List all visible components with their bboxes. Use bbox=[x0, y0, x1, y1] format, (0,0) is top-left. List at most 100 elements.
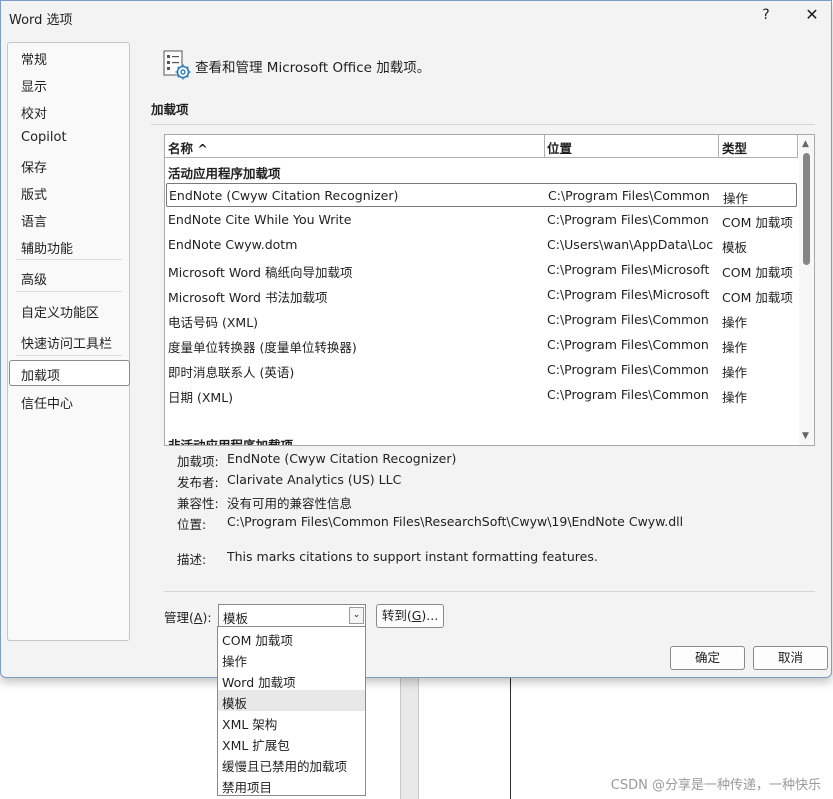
cancel-button[interactable]: 取消 bbox=[753, 646, 828, 670]
scroll-up-arrow-icon[interactable]: ▲ bbox=[802, 139, 809, 149]
cell-name: EndNote (Cwyw Citation Recognizer) bbox=[169, 188, 399, 203]
dropdown-option[interactable]: 缓慢且已禁用的加载项 bbox=[218, 753, 365, 774]
dropdown-option-label: Word 加载项 bbox=[222, 675, 296, 690]
cell-location: C:\Program Files\Common bbox=[547, 312, 709, 327]
goto-label-prefix: 转到( bbox=[381, 608, 412, 623]
cell-name: EndNote Cwyw.dotm bbox=[168, 237, 298, 252]
dropdown-option[interactable]: COM 加载项 bbox=[218, 627, 365, 648]
column-separator[interactable] bbox=[718, 135, 719, 157]
cell-location: C:\Users\wan\AppData\Loc bbox=[547, 237, 714, 252]
manage-dropdown-list[interactable]: COM 加载项 操作 Word 加载项 模板 XML 架构 XML 扩展包 缓慢… bbox=[217, 626, 366, 796]
addins-gear-icon bbox=[163, 50, 191, 80]
nav-item-proofing[interactable]: 校对 bbox=[21, 103, 47, 122]
cell-type: 模板 bbox=[722, 240, 748, 255]
title-bar: Word 选项 ? ✕ bbox=[1, 1, 831, 33]
nav-item-quick-access-toolbar[interactable]: 快速访问工具栏 bbox=[21, 333, 112, 352]
dropdown-option-label: 操作 bbox=[222, 654, 248, 669]
column-header-type[interactable]: 类型 bbox=[722, 138, 747, 157]
word-options-dialog: Word 选项 ? ✕ 常规 显示 校对 Copilot 保存 版式 语言 辅助… bbox=[0, 0, 832, 678]
column-header-location[interactable]: 位置 bbox=[547, 138, 572, 157]
manage-select[interactable]: 模板 ⌄ bbox=[218, 604, 366, 627]
table-row[interactable]: Microsoft Word 稿纸向导加载项 C:\Program Files\… bbox=[165, 258, 798, 282]
table-row[interactable]: 度量单位转换器 (度量单位转换器) C:\Program Files\Commo… bbox=[165, 333, 798, 357]
dropdown-option-highlighted[interactable]: 模板 bbox=[218, 690, 365, 711]
ok-button[interactable]: 确定 bbox=[670, 646, 745, 670]
cell-type: COM 加载项 bbox=[722, 265, 793, 280]
cell-type: 操作 bbox=[722, 340, 748, 355]
table-row[interactable]: Microsoft Word 书法加载项 C:\Program Files\Mi… bbox=[165, 283, 798, 307]
cell-name: EndNote Cite While You Write bbox=[168, 212, 352, 227]
manage-select-value: 模板 bbox=[223, 611, 249, 626]
column-separator bbox=[797, 135, 798, 157]
nav-item-copilot[interactable]: Copilot bbox=[21, 130, 67, 145]
options-nav: 常规 显示 校对 Copilot 保存 版式 语言 辅助功能 高级 自定义功能区… bbox=[7, 42, 130, 641]
cell-name: Microsoft Word 书法加载项 bbox=[168, 290, 328, 305]
nav-item-accessibility[interactable]: 辅助功能 bbox=[21, 238, 73, 257]
nav-divider bbox=[16, 291, 122, 292]
detail-addin-label: 加载项: bbox=[177, 454, 219, 469]
table-row[interactable]: EndNote Cwyw.dotm C:\Users\wan\AppData\L… bbox=[165, 233, 798, 257]
chevron-down-icon[interactable]: ⌄ bbox=[349, 607, 364, 624]
nav-item-display[interactable]: 显示 bbox=[21, 76, 47, 95]
column-header-name[interactable]: 名称 ^ bbox=[168, 138, 208, 157]
window-title: Word 选项 bbox=[9, 13, 73, 28]
cell-type: 操作 bbox=[722, 365, 748, 380]
table-row[interactable]: EndNote Cite While You Write C:\Program … bbox=[165, 208, 798, 232]
manage-divider bbox=[164, 591, 815, 592]
background-scrollbar bbox=[400, 678, 419, 799]
nav-divider bbox=[16, 355, 122, 356]
table-scrollbar[interactable]: ▲ ▼ bbox=[799, 135, 814, 445]
goto-button[interactable]: 转到(G)... bbox=[376, 604, 444, 628]
dropdown-option[interactable]: 操作 bbox=[218, 648, 365, 669]
close-button[interactable]: ✕ bbox=[801, 5, 823, 27]
section-title: 加载项 bbox=[151, 102, 189, 117]
nav-item-advanced[interactable]: 高级 bbox=[21, 269, 47, 288]
cell-location: C:\Program Files\Microsoft bbox=[547, 287, 710, 302]
detail-publisher-label: 发布者: bbox=[177, 475, 219, 490]
nav-item-addins[interactable]: 加载项 bbox=[21, 365, 60, 384]
nav-item-language[interactable]: 语言 bbox=[21, 211, 47, 230]
detail-description-label: 描述: bbox=[177, 552, 207, 567]
help-button[interactable]: ? bbox=[757, 7, 775, 27]
nav-item-customize-ribbon[interactable]: 自定义功能区 bbox=[21, 302, 99, 321]
cell-name: Microsoft Word 稿纸向导加载项 bbox=[168, 265, 353, 280]
group-inactive-addins: 非活动应用程序加载项 bbox=[168, 438, 294, 446]
dropdown-option-label: 缓慢且已禁用的加载项 bbox=[222, 759, 348, 774]
cell-location: C:\Program Files\Common bbox=[547, 387, 709, 402]
detail-publisher-value: Clarivate Analytics (US) LLC bbox=[227, 472, 402, 487]
dropdown-option-label: 禁用项目 bbox=[222, 780, 273, 795]
cell-type: 操作 bbox=[722, 390, 748, 405]
cell-location: C:\Program Files\Common bbox=[547, 337, 709, 352]
table-row[interactable]: 日期 (XML) C:\Program Files\Common 操作 bbox=[165, 383, 798, 407]
scroll-thumb[interactable] bbox=[803, 153, 810, 265]
cell-name: 日期 (XML) bbox=[168, 390, 234, 405]
manage-label-suffix: ): bbox=[202, 610, 212, 625]
goto-label-accesskey: G bbox=[411, 608, 422, 623]
cell-name: 度量单位转换器 (度量单位转换器) bbox=[168, 340, 357, 355]
column-separator[interactable] bbox=[544, 135, 545, 157]
nav-item-save[interactable]: 保存 bbox=[21, 157, 47, 176]
cell-location: C:\Program Files\Common bbox=[547, 362, 709, 377]
nav-item-general[interactable]: 常规 bbox=[21, 49, 47, 68]
dropdown-option[interactable]: XML 架构 bbox=[218, 711, 365, 732]
dropdown-option[interactable]: Word 加载项 bbox=[218, 669, 365, 690]
dropdown-option-label: COM 加载项 bbox=[222, 633, 293, 648]
group-active-addins: 活动应用程序加载项 bbox=[168, 166, 281, 181]
scroll-down-arrow-icon[interactable]: ▼ bbox=[802, 431, 809, 441]
detail-location-label: 位置: bbox=[177, 517, 207, 532]
background-divider bbox=[510, 678, 511, 799]
section-divider bbox=[151, 124, 815, 125]
page-header: 查看和管理 Microsoft Office 加载项。 bbox=[195, 60, 431, 76]
dropdown-option[interactable]: 禁用项目 bbox=[218, 774, 365, 795]
dropdown-option[interactable]: XML 扩展包 bbox=[218, 732, 365, 753]
table-row[interactable]: 电话号码 (XML) C:\Program Files\Common 操作 bbox=[165, 308, 798, 332]
nav-divider bbox=[16, 259, 122, 260]
cell-type: COM 加载项 bbox=[722, 290, 793, 305]
table-row[interactable]: EndNote (Cwyw Citation Recognizer) C:\Pr… bbox=[166, 183, 797, 207]
nav-item-trust-center[interactable]: 信任中心 bbox=[21, 393, 73, 412]
cell-name: 电话号码 (XML) bbox=[168, 315, 259, 330]
table-row[interactable]: 即时消息联系人 (英语) C:\Program Files\Common 操作 bbox=[165, 358, 798, 382]
addins-table[interactable]: 名称 ^ 位置 类型 活动应用程序加载项 EndNote (Cwyw Citat… bbox=[164, 134, 815, 446]
cell-type: 操作 bbox=[722, 315, 748, 330]
nav-item-layout[interactable]: 版式 bbox=[21, 184, 47, 203]
